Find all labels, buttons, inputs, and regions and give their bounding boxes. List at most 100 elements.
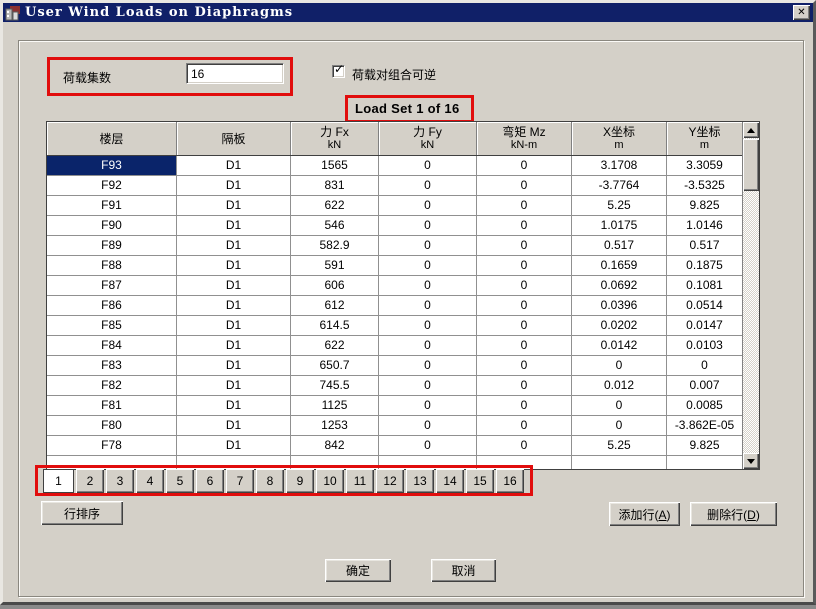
table-cell[interactable]: F87: [47, 276, 177, 296]
table-cell[interactable]: 0.0692: [572, 276, 667, 296]
table-cell[interactable]: 3.3059: [667, 156, 743, 176]
table-cell[interactable]: 606: [291, 276, 379, 296]
load-set-tab-8[interactable]: 8: [256, 469, 284, 493]
load-set-tab-2[interactable]: 2: [76, 469, 104, 493]
table-cell[interactable]: 650.7: [291, 356, 379, 376]
load-set-tab-4[interactable]: 4: [136, 469, 164, 493]
table-cell[interactable]: -3.7764: [572, 176, 667, 196]
table-cell[interactable]: 9.825: [667, 436, 743, 456]
table-cell[interactable]: 0.0103: [667, 336, 743, 356]
table-cell[interactable]: F89: [47, 236, 177, 256]
table-cell[interactable]: 0: [379, 256, 477, 276]
load-set-tab-1[interactable]: 1: [43, 469, 74, 493]
load-set-tab-16[interactable]: 16: [496, 469, 524, 493]
load-set-tab-6[interactable]: 6: [196, 469, 224, 493]
table-cell[interactable]: 582.9: [291, 236, 379, 256]
table-cell[interactable]: D1: [177, 236, 291, 256]
table-cell[interactable]: 0: [477, 436, 572, 456]
load-sets-input[interactable]: [186, 63, 284, 84]
table-cell[interactable]: D1: [177, 376, 291, 396]
close-button[interactable]: ✕: [793, 5, 810, 20]
table-cell[interactable]: 0: [572, 396, 667, 416]
table-cell[interactable]: 622: [291, 336, 379, 356]
table-cell[interactable]: 842: [291, 436, 379, 456]
table-cell[interactable]: 0.007: [667, 376, 743, 396]
load-set-tab-13[interactable]: 13: [406, 469, 434, 493]
table-cell[interactable]: 0: [379, 356, 477, 376]
table-cell[interactable]: D1: [177, 396, 291, 416]
table-cell[interactable]: F88: [47, 256, 177, 276]
table-cell[interactable]: 5.25: [572, 436, 667, 456]
table-cell[interactable]: F90: [47, 216, 177, 236]
table-cell[interactable]: 0: [379, 336, 477, 356]
table-cell[interactable]: 0: [379, 396, 477, 416]
table-cell[interactable]: F84: [47, 336, 177, 356]
table-cell[interactable]: F92: [47, 176, 177, 196]
table-cell[interactable]: 0: [379, 236, 477, 256]
table-row[interactable]: F84D1622000.01420.0103: [47, 336, 743, 356]
table-cell[interactable]: 0: [477, 196, 572, 216]
table-cell[interactable]: 0: [477, 176, 572, 196]
load-set-tab-5[interactable]: 5: [166, 469, 194, 493]
table-cell[interactable]: 0: [477, 416, 572, 436]
table-row[interactable]: F93D11565003.17083.3059: [47, 156, 743, 176]
table-cell[interactable]: 0.0147: [667, 316, 743, 336]
table-cell[interactable]: -3.862E-05: [667, 416, 743, 436]
table-row[interactable]: F83D1650.70000: [47, 356, 743, 376]
table-cell[interactable]: 831: [291, 176, 379, 196]
table-row[interactable]: F81D111250000.0085: [47, 396, 743, 416]
table-cell[interactable]: D1: [177, 436, 291, 456]
table-row[interactable]: F89D1582.9000.5170.517: [47, 236, 743, 256]
table-cell[interactable]: 546: [291, 216, 379, 236]
table-cell[interactable]: 0.0514: [667, 296, 743, 316]
table-cell[interactable]: 0: [379, 376, 477, 396]
load-set-tab-11[interactable]: 11: [346, 469, 374, 493]
table-cell[interactable]: 3.1708: [572, 156, 667, 176]
load-set-tab-10[interactable]: 10: [316, 469, 344, 493]
table-cell[interactable]: 1.0146: [667, 216, 743, 236]
table-cell[interactable]: 0: [379, 216, 477, 236]
table-cell[interactable]: 0.012: [572, 376, 667, 396]
table-cell[interactable]: 0.1659: [572, 256, 667, 276]
table-cell[interactable]: F83: [47, 356, 177, 376]
table-row[interactable]: F90D1546001.01751.0146: [47, 216, 743, 236]
table-cell[interactable]: [572, 456, 667, 470]
table-cell[interactable]: 0: [477, 256, 572, 276]
table-cell[interactable]: 0: [477, 316, 572, 336]
table-cell[interactable]: 0: [379, 316, 477, 336]
table-cell[interactable]: D1: [177, 316, 291, 336]
table-cell[interactable]: 0: [477, 236, 572, 256]
table-cell[interactable]: 0.1875: [667, 256, 743, 276]
cancel-button[interactable]: 取消: [431, 559, 496, 582]
load-set-tab-3[interactable]: 3: [106, 469, 134, 493]
table-cell[interactable]: D1: [177, 216, 291, 236]
table-cell[interactable]: 622: [291, 196, 379, 216]
table-cell[interactable]: D1: [177, 416, 291, 436]
table-cell[interactable]: 0.0085: [667, 396, 743, 416]
table-row[interactable]: F91D1622005.259.825: [47, 196, 743, 216]
table-cell[interactable]: D1: [177, 296, 291, 316]
table-cell[interactable]: D1: [177, 156, 291, 176]
table-row[interactable]: F80D11253000-3.862E-05: [47, 416, 743, 436]
table-row[interactable]: F85D1614.5000.02020.0147: [47, 316, 743, 336]
table-cell[interactable]: D1: [177, 356, 291, 376]
table-cell[interactable]: 0: [477, 156, 572, 176]
table-cell[interactable]: 0: [477, 276, 572, 296]
table-cell[interactable]: 0.517: [667, 236, 743, 256]
table-cell[interactable]: D1: [177, 276, 291, 296]
table-cell[interactable]: 0.1081: [667, 276, 743, 296]
table-cell[interactable]: 0: [379, 296, 477, 316]
table-cell[interactable]: 0: [477, 336, 572, 356]
table-cell[interactable]: 0: [477, 356, 572, 376]
table-cell[interactable]: 0: [477, 296, 572, 316]
table-cell[interactable]: 1253: [291, 416, 379, 436]
table-cell[interactable]: 0: [572, 416, 667, 436]
table-cell[interactable]: F85: [47, 316, 177, 336]
load-set-tab-14[interactable]: 14: [436, 469, 464, 493]
table-row[interactable]: F88D1591000.16590.1875: [47, 256, 743, 276]
table-cell[interactable]: 0.0202: [572, 316, 667, 336]
table-cell[interactable]: D1: [177, 176, 291, 196]
row-sort-button[interactable]: 行排序: [41, 501, 123, 525]
table-cell[interactable]: 612: [291, 296, 379, 316]
table-cell[interactable]: D1: [177, 196, 291, 216]
